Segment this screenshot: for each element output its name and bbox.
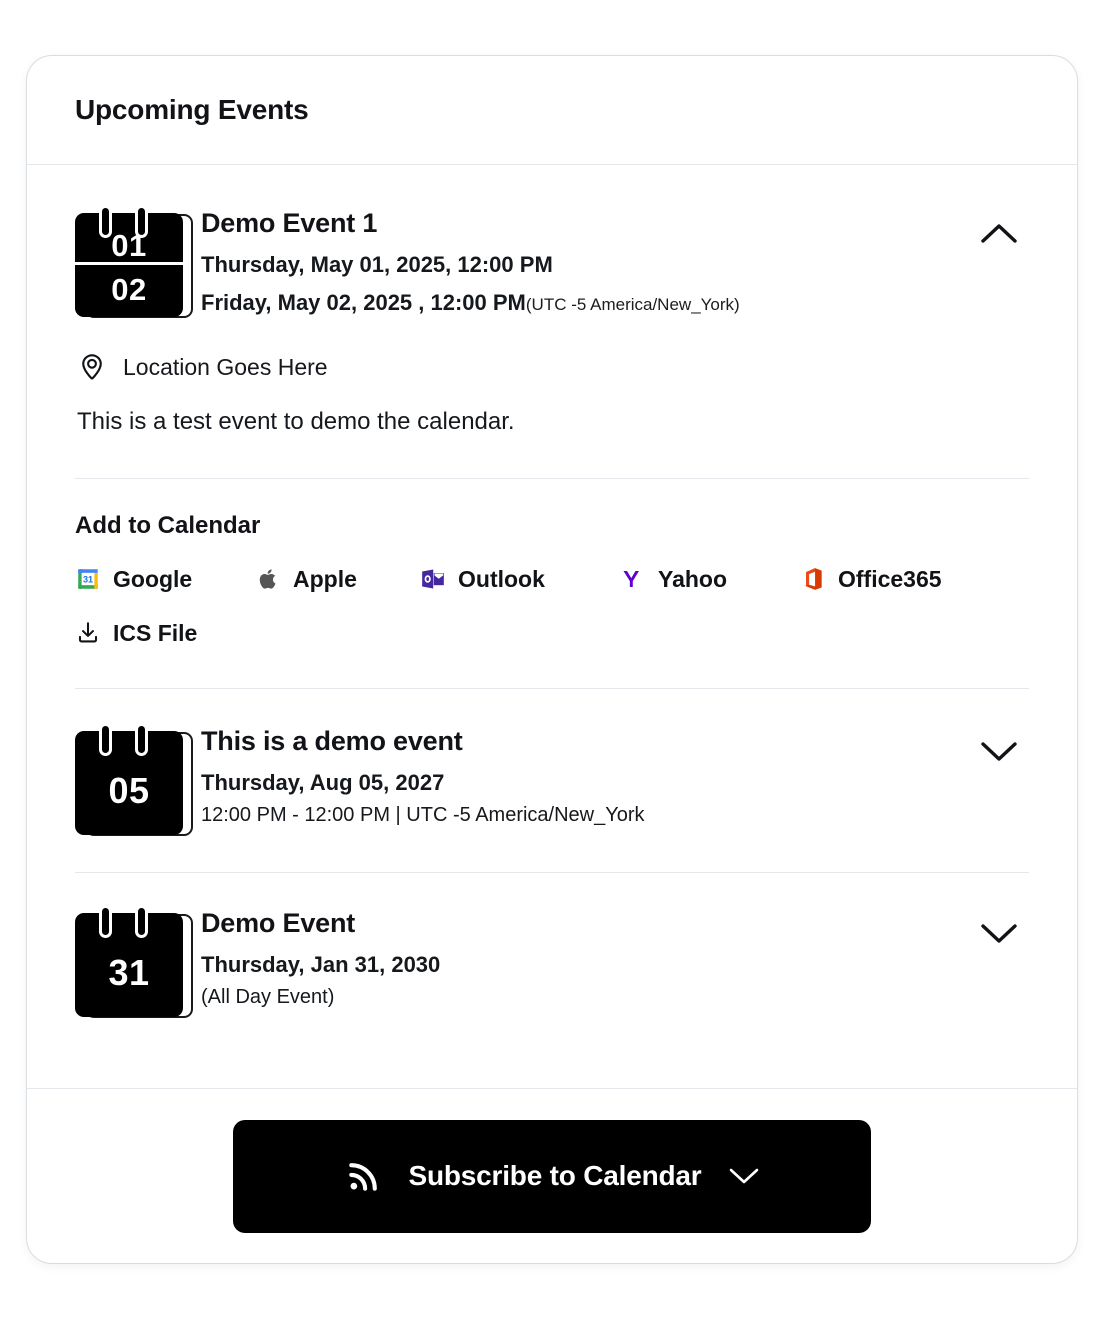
- chevron-down-icon: [729, 1168, 758, 1184]
- events-list[interactable]: 01 02 Demo Event 1 Thursday, May 01, 202…: [27, 165, 1077, 1088]
- calendar-icon-wrapper: 01 02: [75, 203, 201, 318]
- location-pin-icon: [82, 354, 102, 380]
- detail-divider: [75, 478, 1029, 480]
- event-detail-panel: Location Goes Here This is a test event …: [75, 352, 1029, 690]
- event-item-demo-event-3: 31 Demo Event Thursday, Jan 31, 2030 (Al…: [75, 873, 1029, 1019]
- event-date-line-2-text: Friday, May 02, 2025 , 12:00 PM: [201, 290, 526, 316]
- add-to-calendar-apple[interactable]: Apple: [255, 562, 420, 596]
- subscribe-button-label: Subscribe to Calendar: [408, 1160, 702, 1191]
- event-date-line-2: 12:00 PM - 12:00 PM | UTC -5 America/New…: [201, 803, 645, 826]
- calendar-ring-right-icon: [135, 905, 148, 939]
- event-location-text: Location Goes Here: [123, 353, 328, 380]
- event-title: Demo Event: [201, 908, 356, 939]
- event-header-row[interactable]: 31 Demo Event Thursday, Jan 31, 2030 (Al…: [75, 873, 1029, 1019]
- card-footer: Subscribe to Calendar: [27, 1088, 1077, 1263]
- card-header: Upcoming Events: [27, 56, 1077, 165]
- calendar-icon-wrapper: 05: [75, 721, 201, 837]
- calendar-ring-left-icon: [99, 905, 112, 939]
- event-location-row: Location Goes Here: [75, 352, 1029, 382]
- event-date-line-2: Friday, May 02, 2025 , 12:00 PM(UTC -5 A…: [201, 288, 969, 318]
- svg-text:31: 31: [83, 574, 93, 584]
- calendar-icon-front-page: 05: [75, 731, 183, 836]
- calendar-day-start: 01: [75, 213, 183, 265]
- calendar-icon-wrapper: 31: [75, 903, 201, 1019]
- event-header-row[interactable]: 01 02 Demo Event 1 Thursday, May 01, 202…: [75, 165, 1029, 318]
- event-description: This is a test event to demo the calenda…: [77, 408, 515, 436]
- event-toggle-chevron-down[interactable]: [969, 721, 1029, 781]
- yahoo-icon: [623, 571, 639, 588]
- apple-icon: [259, 569, 276, 589]
- add-to-calendar-outlook[interactable]: Outlook: [420, 562, 620, 596]
- calendar-ring-right-icon: [135, 205, 148, 238]
- calendar-day: 05: [108, 770, 150, 812]
- add-to-calendar-ics-file[interactable]: ICS File: [75, 616, 197, 650]
- event-timezone-note: (UTC -5 America/New_York): [525, 295, 740, 315]
- event-toggle-chevron-up[interactable]: [969, 203, 1029, 263]
- calendar-ring-left-icon: [99, 723, 112, 757]
- event-date-line-1: Thursday, May 01, 2025, 12:00 PM: [201, 251, 553, 277]
- add-to-calendar-google-label: Google: [113, 565, 193, 592]
- calendar-day: 31: [108, 952, 150, 994]
- calendar-icon-front-page: 01 02: [75, 213, 183, 317]
- add-to-calendar-outlook-label: Outlook: [458, 565, 545, 592]
- add-to-calendar-ics-label: ICS File: [113, 619, 198, 646]
- add-to-calendar-options: 31 Google Apple Outlook Yahoo Office365 …: [75, 562, 1029, 650]
- event-date-line-2: (All Day Event): [201, 985, 335, 1008]
- event-date-line-1: Thursday, Aug 05, 2027: [201, 769, 445, 795]
- event-header-row[interactable]: 05 This is a demo event Thursday, Aug 05…: [75, 689, 1029, 837]
- event-title: This is a demo event: [201, 726, 463, 757]
- add-to-calendar-heading: Add to Calendar: [75, 512, 261, 540]
- add-to-calendar-apple-label: Apple: [293, 565, 357, 592]
- office365-icon: [802, 568, 822, 590]
- event-toggle-chevron-down[interactable]: [969, 903, 1029, 963]
- event-item-demo-event-2: 05 This is a demo event Thursday, Aug 05…: [75, 689, 1029, 874]
- add-to-calendar-office365[interactable]: Office365: [800, 562, 1000, 596]
- calendar-icon-front-page: 31: [75, 913, 183, 1018]
- event-summary: Demo Event 1 Thursday, May 01, 2025, 12:…: [201, 203, 969, 318]
- page-root: Upcoming Events 01 02 Demo Event 1 Thurs…: [0, 0, 1104, 1323]
- calendar-day-end: 02: [111, 272, 147, 307]
- google-calendar-icon: 31: [78, 569, 98, 589]
- calendar-date-icon: 05: [75, 723, 193, 837]
- event-date-line-1: Thursday, Jan 31, 2030: [201, 951, 441, 977]
- add-to-calendar-yahoo[interactable]: Yahoo: [620, 562, 800, 596]
- event-item-demo-event-1: 01 02 Demo Event 1 Thursday, May 01, 202…: [75, 165, 1029, 690]
- add-to-calendar-yahoo-label: Yahoo: [658, 565, 728, 592]
- event-summary: Demo Event Thursday, Jan 31, 2030 (All D…: [201, 903, 969, 1010]
- calendar-ring-left-icon: [99, 205, 112, 238]
- event-summary: This is a demo event Thursday, Aug 05, 2…: [201, 721, 969, 828]
- page-title: Upcoming Events: [75, 94, 309, 125]
- calendar-date-icon: 31: [75, 905, 193, 1019]
- rss-icon: [348, 1163, 377, 1191]
- upcoming-events-card: Upcoming Events 01 02 Demo Event 1 Thurs…: [26, 55, 1078, 1264]
- download-icon: [78, 622, 98, 643]
- outlook-icon: [422, 569, 444, 589]
- calendar-date-icon: 01 02: [75, 205, 193, 318]
- calendar-ring-right-icon: [135, 723, 148, 757]
- event-title: Demo Event 1: [201, 208, 378, 238]
- add-to-calendar-google[interactable]: 31 Google: [75, 562, 255, 596]
- scroll-fade-overlay: [27, 1018, 1077, 1088]
- subscribe-to-calendar-button[interactable]: Subscribe to Calendar: [233, 1119, 871, 1233]
- add-to-calendar-office365-label: Office365: [838, 565, 942, 592]
